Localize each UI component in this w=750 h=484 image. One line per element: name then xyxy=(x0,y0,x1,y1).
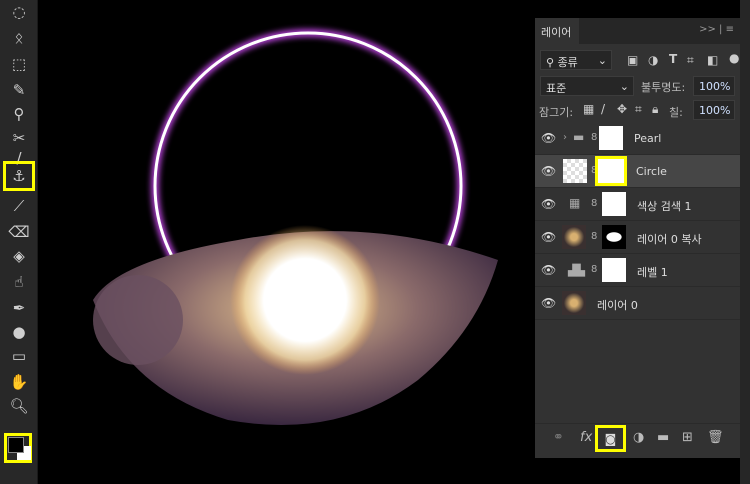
layer-name: Pearl xyxy=(634,132,662,145)
new-group-icon[interactable]: ▬ xyxy=(657,430,669,445)
smudge-tool[interactable]: ☝ xyxy=(6,270,32,294)
tools-panel: ◌ ᛟ ⬚ ✎ ⚲ ✂ / ⚓ ⟋ ⌫ ◈ ☝ ✒ ● ▭ ✋ 🔍︎ xyxy=(0,0,38,484)
adjustment-layer-icon[interactable]: ◑ xyxy=(633,430,644,445)
lock-all-icon[interactable]: 🔒︎ xyxy=(652,102,658,117)
color-swatches[interactable] xyxy=(4,433,32,463)
link-icon: 8 xyxy=(591,132,598,143)
filter-toggle-icon[interactable]: ● xyxy=(729,51,739,65)
opacity-label: 불투명도: xyxy=(641,81,686,94)
add-mask-button[interactable]: ◙ xyxy=(595,425,626,452)
mask-thumbnail-highlighted[interactable] xyxy=(595,156,627,186)
lock-transparent-icon[interactable]: ▦ xyxy=(583,102,594,116)
smart-object-thumbnail[interactable] xyxy=(563,159,587,183)
eye-icon[interactable]: 👁︎ xyxy=(541,263,556,277)
image-thumbnail[interactable] xyxy=(562,225,586,249)
lock-image-icon[interactable]: / xyxy=(601,102,605,116)
paint-bucket-tool[interactable]: ◈ xyxy=(6,244,32,268)
folder-icon: ▬ xyxy=(573,130,585,144)
rectangle-tool[interactable]: ▭ xyxy=(6,344,32,368)
lock-position-icon[interactable]: ✥ xyxy=(617,102,627,116)
history-brush-tool[interactable]: ⟋ xyxy=(6,194,32,218)
filter-kind-select[interactable]: ⚲ 종류 ⌄ xyxy=(540,50,612,70)
sponge-tool[interactable]: ● xyxy=(6,320,32,344)
layer-row-selected[interactable]: 👁︎ 8 Circle xyxy=(535,155,740,188)
clone-stamp-tool[interactable]: ⚓ xyxy=(3,161,35,191)
link-icon: 8 xyxy=(591,231,598,242)
new-layer-icon[interactable]: ⊞ xyxy=(682,430,693,445)
layer-name: 레벨 1 xyxy=(637,266,668,279)
eraser-tool[interactable]: ⌫ xyxy=(6,220,32,244)
filter-adjustment-icon[interactable]: ◑ xyxy=(648,53,658,67)
layer-row[interactable]: 👁︎ 레이어 0 xyxy=(535,287,740,320)
eye-icon[interactable]: 👁︎ xyxy=(541,230,556,244)
link-icon: 8 xyxy=(591,198,598,209)
eye-icon[interactable]: 👁︎ xyxy=(541,131,556,145)
pen-tool[interactable]: ✒ xyxy=(6,296,32,320)
tab-layers[interactable]: 레이어 xyxy=(535,18,579,44)
zoom-tool[interactable]: 🔍︎ xyxy=(6,394,32,418)
object-select-tool[interactable]: ⬚ xyxy=(6,52,32,76)
layers-panel: 레이어 >> | ≡ ⚲ 종류 ⌄ ▣ ◑ T ⌗ ◧ ● 표준 ⌄ 불투명도: 1… xyxy=(535,18,740,458)
eye-icon[interactable]: 👁︎ xyxy=(541,197,556,211)
glowing-pearl xyxy=(230,225,380,375)
ellipse-marquee-tool[interactable]: ◌ xyxy=(6,0,32,24)
eye-icon[interactable]: 👁︎ xyxy=(541,296,556,310)
filter-shape-icon[interactable]: ⌗ xyxy=(687,53,694,68)
mask-thumbnail[interactable] xyxy=(599,126,623,150)
layer-row[interactable]: 👁︎ 8 레이어 0 복사 xyxy=(535,221,740,254)
expand-chevron-icon[interactable]: › xyxy=(563,132,567,143)
layer-name: 레이어 0 복사 xyxy=(637,233,702,246)
lock-artboard-icon[interactable]: ⌗ xyxy=(635,102,642,117)
image-thumbnail[interactable] xyxy=(562,291,586,315)
document-canvas[interactable] xyxy=(38,0,535,484)
fx-icon[interactable]: fx xyxy=(580,430,592,445)
layer-row[interactable]: 👁︎ ▟▙ 8 레벨 1 xyxy=(535,254,740,287)
layer-name: 레이어 0 xyxy=(597,299,638,312)
spot-healing-tool[interactable]: ⚲ xyxy=(6,102,32,126)
panel-menu-icon[interactable]: >> | ≡ xyxy=(699,24,734,35)
filter-type-icon[interactable]: T xyxy=(669,52,677,66)
color-lookup-icon: ▦ xyxy=(569,196,581,210)
trash-icon[interactable]: 🗑︎ xyxy=(707,430,724,445)
blend-mode-select[interactable]: 표준 ⌄ xyxy=(540,76,634,96)
filter-pixel-icon[interactable]: ▣ xyxy=(627,53,638,67)
layers-bottom-toolbar: ⚭ fx ◙ ◑ ▬ ⊞ 🗑︎ xyxy=(535,423,740,453)
levels-icon: ▟▙ xyxy=(568,264,585,277)
link-layers-icon[interactable]: ⚭ xyxy=(553,430,564,445)
canvas-image xyxy=(93,29,498,425)
mask-thumbnail[interactable] xyxy=(602,225,626,249)
layer-name: Circle xyxy=(636,165,667,178)
mask-thumbnail[interactable] xyxy=(602,192,626,216)
opacity-input[interactable]: 100% xyxy=(693,76,735,96)
layer-name: 색상 검색 1 xyxy=(637,200,692,213)
link-icon: 8 xyxy=(591,264,598,275)
lasso-tool[interactable]: ᛟ xyxy=(6,26,32,50)
panel-dock-edge xyxy=(740,0,750,484)
mask-thumbnail[interactable] xyxy=(602,258,626,282)
eyedropper-tool[interactable]: ✎ xyxy=(6,78,32,102)
search-icon: ⚲ xyxy=(546,56,558,69)
hand-tool[interactable]: ✋ xyxy=(6,370,32,394)
layer-row[interactable]: 👁︎ › ▬ 8 Pearl xyxy=(535,122,740,155)
foreground-color[interactable] xyxy=(8,437,24,453)
eye-icon[interactable]: 👁︎ xyxy=(541,164,556,178)
filter-smart-object-icon[interactable]: ◧ xyxy=(707,53,718,67)
layer-row[interactable]: 👁︎ ▦ 8 색상 검색 1 xyxy=(535,188,740,221)
fill-input[interactable]: 100% xyxy=(693,100,735,120)
fill-label: 칠: xyxy=(669,106,683,119)
lock-label: 잠그기: xyxy=(539,106,574,119)
shell-curl xyxy=(93,275,183,365)
